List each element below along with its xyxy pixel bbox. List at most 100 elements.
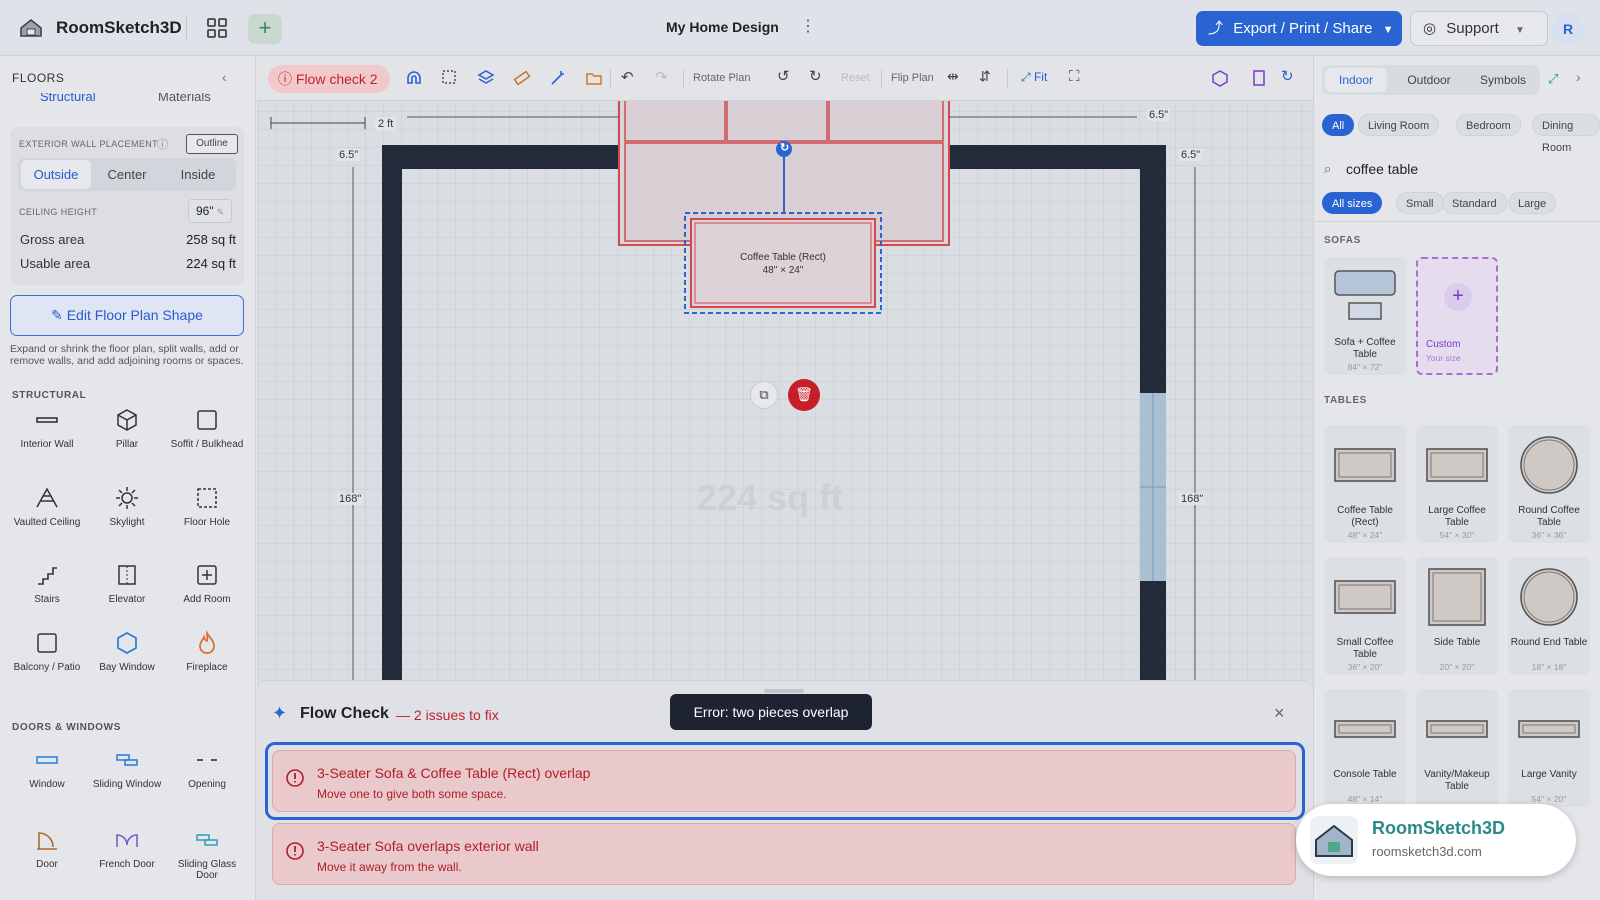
left-wall[interactable] [382,145,402,745]
tool-skylight[interactable]: Skylight [90,485,164,528]
tool-vaulted-ceiling[interactable]: Vaulted Ceiling [10,485,84,528]
tool-french-door[interactable]: French Door [90,827,164,870]
room-chip-dining-room[interactable]: Dining Room [1532,114,1600,154]
magic-wand-icon[interactable] [549,69,567,87]
tool-soffit[interactable]: Soffit / Bulkhead [170,407,244,450]
rotate-plan-label: Rotate Plan [693,72,751,84]
tool-balcony[interactable]: Balcony / Patio [10,630,84,673]
document-title[interactable]: My Home Design [666,19,779,35]
close-icon[interactable]: × [1274,703,1285,724]
edit-floor-plan-shape-button[interactable]: ✎ Edit Floor Plan Shape [10,295,244,336]
catalog-item-sofa-coffee-table[interactable]: Sofa + Coffee Table 84" × 72" [1324,257,1406,375]
custom-size-item[interactable]: + Custom Your size [1416,257,1498,375]
tab-indoor[interactable]: Indoor [1325,68,1387,92]
building-icon[interactable] [1250,69,1268,87]
tool-bay-window[interactable]: Bay Window [90,630,164,673]
catalog-item-table[interactable]: Large Coffee Table 54" × 30" [1416,425,1498,543]
soffit-icon [197,410,217,430]
placement-inside[interactable]: Inside [163,160,233,189]
tool-window[interactable]: Window [10,747,84,790]
rotate-right-icon[interactable]: ↻ [809,67,827,85]
redo-icon[interactable]: ↷ [655,68,673,86]
tool-add-room[interactable]: Add Room [170,562,244,605]
tool-interior-wall[interactable]: Interior Wall [10,407,84,450]
room-chip-all[interactable]: All [1322,114,1355,136]
undo-icon[interactable]: ↶ [621,68,639,86]
select-icon[interactable] [441,69,459,87]
dashboard-grid-icon[interactable] [205,16,229,40]
new-design-button[interactable]: + [248,14,282,44]
collapse-right-icon[interactable]: › [1576,69,1581,85]
copy-icon: ⧉ [759,387,769,402]
tool-sliding-glass-door[interactable]: Sliding Glass Door [170,827,244,881]
room-chip-bedroom[interactable]: Bedroom [1456,114,1521,136]
folder-icon[interactable] [585,69,603,87]
tool-floor-hole[interactable]: Floor Hole [170,485,244,528]
search-input[interactable] [1346,155,1586,183]
room-chip-living-room[interactable]: Living Room [1358,114,1440,136]
tab-outdoor[interactable]: Outdoor [1394,68,1464,92]
catalog-item-table[interactable]: Round End Table 18" × 18" [1508,557,1590,675]
3d-view-icon[interactable] [1211,69,1229,87]
fullscreen-icon[interactable]: ⛶ [1069,68,1087,86]
tool-sliding-window[interactable]: Sliding Window [90,747,164,790]
placement-outside[interactable]: Outside [21,160,91,189]
size-chip-small[interactable]: Small [1396,192,1444,214]
issue-item[interactable]: 3-Seater Sofa & Coffee Table (Rect) over… [272,750,1296,812]
item-size: 18" × 18" [1531,662,1567,672]
size-chip-all[interactable]: All sizes [1322,192,1383,214]
layers-icon[interactable] [477,69,495,87]
catalog-item-table[interactable]: Side Table 20" × 20" [1416,557,1498,675]
right-wall-upper[interactable] [1140,145,1166,393]
tool-door[interactable]: Door [10,827,84,870]
catalog-item-table[interactable]: Vanity/Makeup Table [1416,689,1498,807]
placement-center[interactable]: Center [92,160,162,189]
magnet-icon[interactable] [405,69,423,87]
divider [1314,221,1600,222]
tab-structural[interactable]: Structural [40,93,96,104]
avatar[interactable]: R [1552,13,1584,45]
document-menu-icon[interactable]: ⋮ [800,16,816,36]
expand-icon[interactable]: ⤢ [1548,71,1558,87]
tab-symbols[interactable]: Symbols [1468,68,1538,92]
ruler-icon[interactable] [513,69,531,87]
tool-elevator[interactable]: Elevator [90,562,164,605]
catalog-item-table[interactable]: Coffee Table (Rect) 48" × 24" [1324,425,1406,543]
tab-materials[interactable]: Materials [158,93,211,104]
catalog-search[interactable]: ⌕ [1322,153,1600,185]
drag-handle[interactable] [764,689,804,693]
duplicate-button[interactable]: ⧉ [750,381,778,409]
catalog-item-table[interactable]: Large Vanity 54" × 20" [1508,689,1590,807]
rotate-left-icon[interactable]: ↺ [777,67,795,85]
fit-button[interactable]: ⤢ Fit [1021,70,1047,85]
catalog-item-table[interactable]: Small Coffee Table 36" × 20" [1324,557,1406,675]
export-print-share-button[interactable]: ⤴ Export / Print / Share ▼ [1196,11,1402,46]
delete-button[interactable]: 🗑 [788,379,820,411]
item-name: Side Table [1433,637,1481,648]
item-name: Vanity/Makeup Table [1424,769,1490,792]
ceiling-height-input[interactable]: 96" ✎ [188,199,232,223]
tool-label: Elevator [108,594,146,605]
flip-vertical-icon[interactable]: ⇵ [979,68,997,86]
flip-horizontal-icon[interactable]: ⇹ [947,68,965,86]
issue-title: 3-Seater Sofa overlaps exterior wall [317,838,539,854]
tool-stairs[interactable]: Stairs [10,562,84,605]
info-icon[interactable]: ⓘ [157,136,168,152]
flow-check-button[interactable]: ⓘ Flow check 2 [268,65,390,93]
outline-toggle[interactable]: Outline [186,134,238,154]
issue-item[interactable]: 3-Seater Sofa overlaps exterior wall Mov… [272,823,1296,885]
support-button[interactable]: ◎ Support ▼ [1410,11,1548,46]
size-chip-standard[interactable]: Standard [1442,192,1507,214]
error-icon [286,842,304,860]
catalog-item-table[interactable]: Round Coffee Table 36" × 36" [1508,425,1590,543]
collapse-panel-icon[interactable]: ‹ [222,69,227,85]
tool-opening[interactable]: Opening [170,747,244,790]
tool-label: Fireplace [186,662,228,673]
refresh-icon[interactable]: ↻ [1281,67,1299,85]
catalog-item-table[interactable]: Console Table 48" × 14" [1324,689,1406,807]
coffee-table[interactable] [690,218,876,308]
reset-button[interactable]: Reset [841,72,870,84]
tool-pillar[interactable]: Pillar [90,407,164,450]
tool-fireplace[interactable]: Fireplace [170,630,244,673]
size-chip-large[interactable]: Large [1508,192,1557,214]
